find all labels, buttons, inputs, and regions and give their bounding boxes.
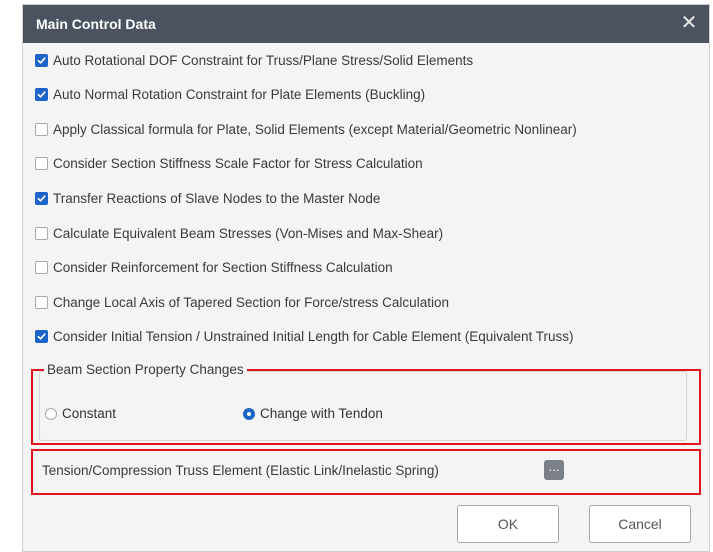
checkbox-icon[interactable] [35, 53, 48, 67]
checkbox-icon[interactable] [35, 226, 48, 240]
option-label: Calculate Equivalent Beam Stresses (Von-… [53, 225, 444, 241]
truss-element-label: Tension/Compression Truss Element (Elast… [42, 463, 439, 478]
main-control-data-dialog: Main Control Data ✕ Auto Rotational DOF … [22, 4, 710, 552]
title-bar[interactable]: Main Control Data ✕ [23, 5, 709, 43]
checkbox-icon[interactable] [35, 156, 48, 170]
option-row[interactable]: Apply Classical formula for Plate, Solid… [35, 119, 577, 139]
option-row[interactable]: Auto Normal Rotation Constraint for Plat… [35, 84, 425, 104]
option-row[interactable]: Consider Initial Tension / Unstrained In… [35, 326, 574, 346]
radio-label-constant: Constant [62, 406, 117, 421]
beam-section-legend: Beam Section Property Changes [44, 362, 247, 377]
option-label: Consider Reinforcement for Section Stiff… [53, 259, 393, 275]
option-row[interactable]: Consider Reinforcement for Section Stiff… [35, 257, 393, 277]
option-row[interactable]: Transfer Reactions of Slave Nodes to the… [35, 188, 380, 208]
option-label: Auto Rotational DOF Constraint for Truss… [53, 52, 474, 68]
cancel-button[interactable]: Cancel [589, 505, 691, 543]
option-label: Apply Classical formula for Plate, Solid… [53, 121, 577, 137]
dialog-title: Main Control Data [36, 16, 156, 32]
option-label: Change Local Axis of Tapered Section for… [53, 294, 449, 310]
option-row[interactable]: Auto Rotational DOF Constraint for Truss… [35, 50, 473, 70]
radio-change-with-tendon[interactable]: Change with Tendon [243, 406, 383, 421]
option-label: Transfer Reactions of Slave Nodes to the… [53, 190, 381, 206]
radio-label-change-with-tendon: Change with Tendon [260, 406, 383, 421]
truss-settings-button[interactable]: ... [544, 460, 564, 480]
radio-constant[interactable]: Constant [45, 406, 116, 421]
radio-icon[interactable] [45, 407, 57, 420]
option-label: Consider Initial Tension / Unstrained In… [53, 328, 574, 344]
checkbox-icon[interactable] [35, 260, 48, 274]
option-label: Auto Normal Rotation Constraint for Plat… [53, 86, 426, 102]
option-row[interactable]: Consider Section Stiffness Scale Factor … [35, 153, 423, 173]
checkbox-icon[interactable] [35, 191, 48, 205]
ok-button[interactable]: OK [457, 505, 559, 543]
option-row[interactable]: Calculate Equivalent Beam Stresses (Von-… [35, 223, 443, 243]
beam-section-group: Beam Section Property Changes Constant C… [39, 362, 687, 441]
checkbox-icon[interactable] [35, 87, 48, 101]
checkbox-icon[interactable] [35, 295, 48, 309]
checkbox-icon[interactable] [35, 122, 48, 136]
option-label: Consider Section Stiffness Scale Factor … [53, 155, 423, 171]
checkbox-icon[interactable] [35, 329, 48, 343]
radio-icon[interactable] [243, 407, 255, 420]
option-row[interactable]: Change Local Axis of Tapered Section for… [35, 292, 449, 312]
close-icon[interactable]: ✕ [675, 9, 703, 37]
